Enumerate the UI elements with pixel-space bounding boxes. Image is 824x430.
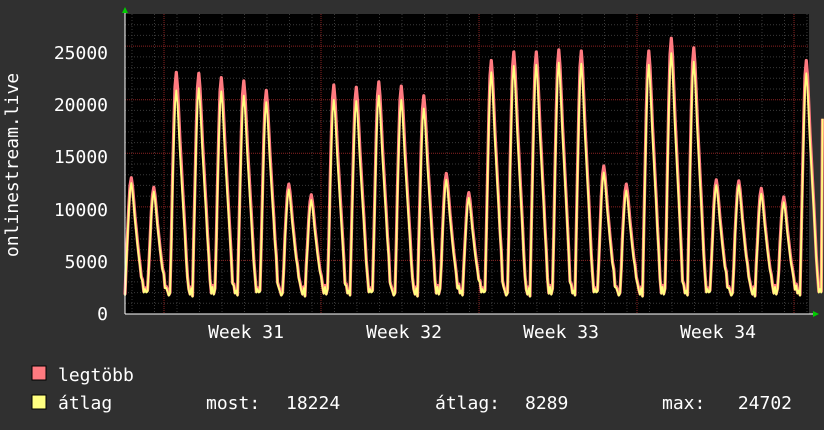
stat-now-value: 18224 xyxy=(286,393,340,414)
y-tick-label: 20000 xyxy=(54,95,108,116)
legend-swatch-legtobb xyxy=(31,365,47,381)
x-tick-label: Week 33 xyxy=(523,322,599,343)
legend-label-legtobb: legtöbb xyxy=(58,365,134,386)
stat-now-label: most: xyxy=(206,393,260,414)
y-axis-label: onlinestream.live xyxy=(2,73,23,257)
stat-avg-value: 8289 xyxy=(525,393,568,414)
legend-swatch-atlag xyxy=(31,394,47,410)
legend-label-atlag: átlag xyxy=(58,393,112,414)
y-tick-label: 15000 xyxy=(54,147,108,168)
rrd-graph: 0 5000 10000 15000 20000 25000 Week 31 W… xyxy=(0,0,824,430)
stats: most: 18224 átlag: 8289 max: 24702 xyxy=(206,393,792,414)
y-tick-label: 25000 xyxy=(54,43,108,64)
stat-avg-label: átlag: xyxy=(435,393,500,414)
y-tick-label: 0 xyxy=(97,304,108,325)
x-tick-label: Week 34 xyxy=(680,322,756,343)
stat-max-label: max: xyxy=(662,393,705,414)
stat-max-value: 24702 xyxy=(738,393,792,414)
x-tick-label: Week 32 xyxy=(366,322,442,343)
y-tick-label: 5000 xyxy=(65,252,108,273)
y-tick-label: 10000 xyxy=(54,200,108,221)
x-tick-label: Week 31 xyxy=(208,322,284,343)
